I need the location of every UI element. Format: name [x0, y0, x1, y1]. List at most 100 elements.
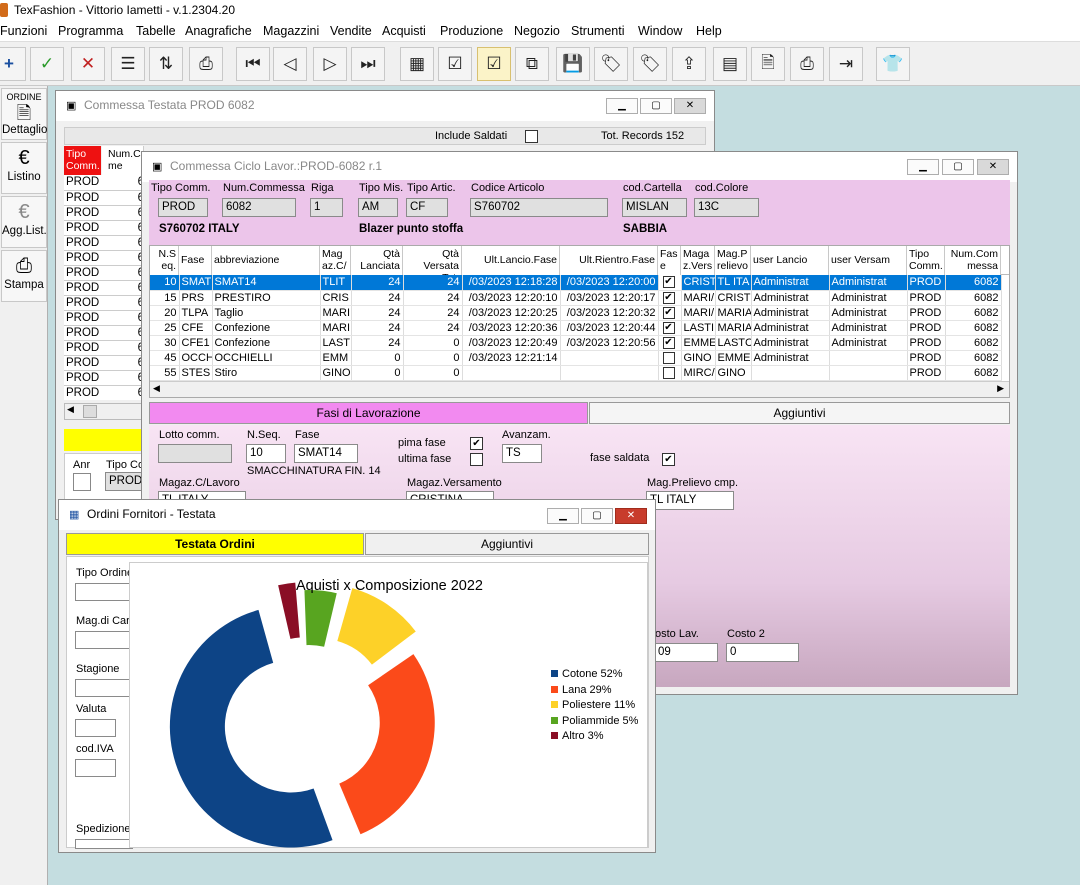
print-icon[interactable]: ⎙ — [189, 47, 223, 81]
col-abbreviazione[interactable]: abbreviazione — [212, 246, 320, 275]
col-mag-prelievo[interactable]: Mag.P relievo — [715, 246, 751, 275]
menu-negozio[interactable]: Negozio — [514, 24, 560, 38]
table-row[interactable]: 15 PRS PRESTIRO CRIS 24 24/03/2023 12:20:10/0… — [150, 290, 1002, 306]
menu-acquisti[interactable]: Acquisti — [382, 24, 426, 38]
fase-checkbox[interactable]: ✔ — [662, 291, 675, 304]
table-row[interactable]: PROD6 — [64, 355, 144, 371]
menu-programma[interactable]: Programma — [58, 24, 123, 38]
exit-icon[interactable]: ⇥ — [829, 47, 863, 81]
scroll-left-icon[interactable]: ◀ — [67, 404, 74, 415]
col-tipo-comm[interactable]: Tipo Comm. — [907, 246, 945, 275]
save-icon[interactable]: 💾 — [556, 47, 590, 81]
valuta-field[interactable] — [75, 719, 116, 737]
prev-record-icon[interactable]: ◁ — [273, 47, 307, 81]
tshirt-icon[interactable]: 👕 — [876, 47, 910, 81]
tipo-mis-field[interactable]: AM — [358, 198, 398, 217]
avanzam-field[interactable]: TS — [502, 444, 542, 463]
col-user-lancio[interactable]: user Lancio — [751, 246, 829, 275]
first-record-icon[interactable]: ⏮ — [236, 47, 270, 81]
table-row[interactable]: PROD6 — [64, 340, 144, 356]
mag-carico-field[interactable] — [75, 631, 133, 649]
cod-colore-field[interactable]: 13C — [694, 198, 759, 217]
sidebar-item-stampa[interactable]: ⎙ Stampa — [1, 250, 47, 302]
fase-checkbox[interactable] — [662, 366, 675, 379]
col-fase[interactable]: Fase — [179, 246, 212, 275]
table-row[interactable]: PROD6 — [64, 205, 144, 221]
close-button[interactable]: ✕ — [615, 508, 647, 524]
stagione-field[interactable] — [75, 679, 133, 697]
col-fase-flag[interactable]: Fas e — [658, 246, 681, 275]
close-button[interactable]: ✕ — [977, 159, 1009, 175]
maximize-button[interactable]: ▢ — [640, 98, 672, 114]
grid-icon[interactable]: ▦ — [400, 47, 434, 81]
table-row[interactable]: PROD6 — [64, 325, 144, 341]
table-row[interactable]: 25 CFE Confezione MARI 24 24/03/2023 12:20:36… — [150, 320, 1002, 336]
confirm-icon[interactable]: ✓ — [30, 47, 64, 81]
fase-checkbox[interactable]: ✔ — [662, 321, 675, 334]
sidebar-item-listino[interactable]: € Listino — [1, 142, 47, 194]
tab-testata-ordini[interactable]: Testata Ordini — [66, 533, 364, 555]
sidebar-item-dettaglio[interactable]: ORDINE 🗎 Dettaglio — [1, 88, 47, 140]
sort-icon[interactable]: ⇅ — [149, 47, 183, 81]
tag-icon[interactable]: 🏷 — [594, 47, 628, 81]
h-scrollbar[interactable]: ◀ — [64, 403, 144, 420]
minimize-button[interactable]: ▁ — [606, 98, 638, 114]
col-magaz-cl[interactable]: Mag az.C/ — [320, 246, 351, 275]
network-print-icon[interactable]: ⎙ — [790, 47, 824, 81]
table-row[interactable]: 20 TLPA Taglio MARI 24 24/03/2023 12:20:25/03… — [150, 305, 1002, 321]
costo2-field[interactable]: 0 — [726, 643, 799, 662]
next-record-icon[interactable]: ▷ — [313, 47, 347, 81]
menu-help[interactable]: Help — [696, 24, 722, 38]
copy-icon[interactable]: ⧉ — [515, 47, 549, 81]
export-icon[interactable]: ⇪ — [672, 47, 706, 81]
fase-checkbox[interactable]: ✔ — [662, 336, 675, 349]
col-magaz-vers[interactable]: Maga z.Vers — [681, 246, 715, 275]
table-row[interactable]: PROD6 — [64, 370, 144, 386]
menu-funzioni[interactable]: Funzioni — [0, 24, 47, 38]
tab-aggiuntivi[interactable]: Aggiuntivi — [365, 533, 649, 555]
include-saldati-checkbox[interactable] — [525, 130, 538, 143]
riga-field[interactable]: 1 — [310, 198, 343, 217]
table-row[interactable]: PROD6 — [64, 385, 144, 400]
table-row[interactable]: PROD6 — [64, 235, 144, 251]
fasi-grid[interactable]: N.S eq. Fase abbreviazione Mag az.C/ Qtà… — [149, 245, 1010, 398]
col-num-commessa[interactable]: Num.Com messa — [945, 246, 1001, 275]
menu-produzione[interactable]: Produzione — [440, 24, 503, 38]
delete-icon[interactable]: ✕ — [71, 47, 105, 81]
table-row[interactable]: 30 CFE1 Confezione LAST 24 0/03/2023 12:20:49… — [150, 335, 1002, 351]
costo-lav-field[interactable]: 09 — [654, 643, 718, 662]
tipo-ordine-field[interactable] — [75, 583, 133, 601]
menu-magazzini[interactable]: Magazzini — [263, 24, 319, 38]
spedizione-field[interactable] — [75, 839, 133, 849]
table-row[interactable]: 55 STES Stiro GINO 0 0 MIRC/GINO PROD 6082 — [150, 365, 1002, 381]
table-row[interactable]: PROD6 — [64, 265, 144, 281]
col-qta-lanciata[interactable]: Qtà Lanciata — [351, 246, 403, 275]
menu-window[interactable]: Window — [638, 24, 682, 38]
maximize-button[interactable]: ▢ — [581, 508, 613, 524]
table-row[interactable]: PROD6 — [64, 250, 144, 266]
fase-checkbox[interactable]: ✔ — [662, 276, 675, 289]
tab-fasi-lavorazione[interactable]: Fasi di Lavorazione — [149, 402, 588, 424]
fase-saldata-checkbox[interactable]: ✔ — [662, 453, 675, 466]
commesse-list[interactable]: PROD6PROD6PROD6PROD6PROD6PROD6PROD6PROD6… — [64, 175, 144, 400]
yellow-tab[interactable] — [64, 429, 144, 451]
fase-checkbox[interactable] — [662, 351, 675, 364]
col-num-comm[interactable]: Num.C me — [102, 146, 144, 175]
check-list-active-icon[interactable]: ☑ — [477, 47, 511, 81]
h-scrollbar[interactable]: ◀ ▶ — [150, 381, 1009, 397]
table-row[interactable]: PROD6 — [64, 190, 144, 206]
menu-anagrafiche[interactable]: Anagrafiche — [185, 24, 252, 38]
col-nseq[interactable]: N.S eq. — [150, 246, 179, 275]
anr-field[interactable] — [73, 473, 91, 491]
lotto-comm-field[interactable] — [158, 444, 232, 463]
report-icon[interactable]: ▤ — [713, 47, 747, 81]
table-row[interactable]: 10 SMAT SMAT14 TLIT 24 24/03/2023 12:18:28/03… — [150, 275, 1002, 291]
tag-copy-icon[interactable]: 🏷 — [633, 47, 667, 81]
col-ult-lancio[interactable]: Ult.Lancio.Fase — [462, 246, 560, 275]
sidebar-item-agg-list[interactable]: € Agg.List. — [1, 196, 47, 248]
tipo-artic-field[interactable]: CF — [406, 198, 448, 217]
check-list-icon[interactable]: ☑ — [438, 47, 472, 81]
col-user-versam[interactable]: user Versam — [829, 246, 907, 275]
prima-fase-checkbox[interactable]: ✔ — [470, 437, 483, 450]
col-tipo-comm[interactable]: Tipo Comm. — [64, 146, 101, 175]
